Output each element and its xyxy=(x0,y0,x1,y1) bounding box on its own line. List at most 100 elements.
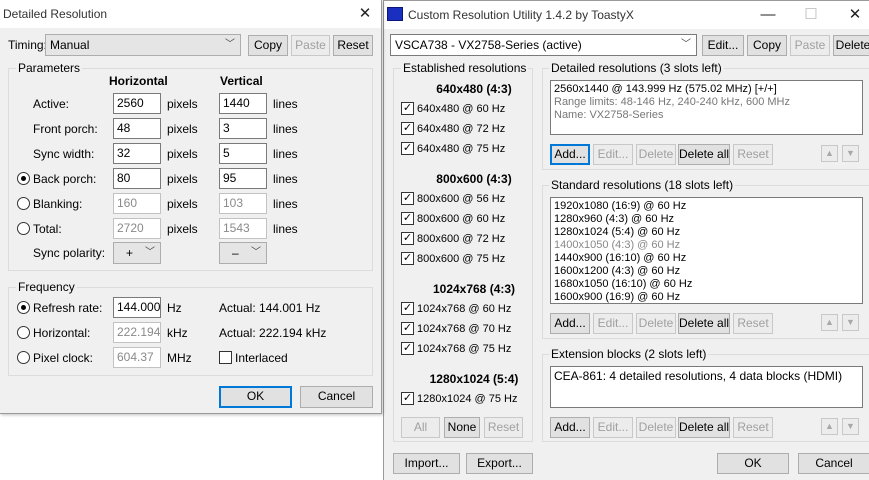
monitor-select[interactable]: VSCA738 - VX2758-Series (active) ﹀ xyxy=(390,34,697,56)
extension-delete-button[interactable]: Delete xyxy=(636,417,676,438)
standard-item[interactable]: 1600x1200 (4:3) @ 60 Hz xyxy=(554,265,859,278)
standard-item[interactable]: 1280x1024 (5:4) @ 60 Hz xyxy=(554,226,859,239)
extension-up-arrow-icon[interactable]: ▲ xyxy=(821,418,838,435)
standard-add-button[interactable]: Add... xyxy=(550,313,590,334)
interlaced-checkbox[interactable] xyxy=(219,351,232,364)
extension-delete-all-button[interactable]: Delete all xyxy=(678,417,730,438)
param-radio[interactable] xyxy=(17,172,30,185)
dr-cancel-button[interactable]: Cancel xyxy=(300,386,373,408)
dr-paste-button[interactable]: Paste xyxy=(291,35,330,56)
cru-paste-button[interactable]: Paste xyxy=(790,35,830,56)
dr-copy-button[interactable]: Copy xyxy=(248,35,288,56)
extension-reset-button[interactable]: Reset xyxy=(733,417,773,438)
extension-add-button[interactable]: Add... xyxy=(550,417,590,438)
dr-reset-button[interactable]: Reset xyxy=(333,35,373,56)
extension-list[interactable]: CEA-861: 4 detailed resolutions, 4 data … xyxy=(550,366,863,408)
cru-copy-button[interactable]: Copy xyxy=(747,35,787,56)
detailed-reset-button[interactable]: Reset xyxy=(733,144,773,165)
param-radio[interactable] xyxy=(17,222,30,235)
cru-cancel-button[interactable]: Cancel xyxy=(798,453,869,474)
established-all-button[interactable]: All xyxy=(401,417,440,438)
sync-polarity-v-select[interactable]: – ﹀ xyxy=(219,242,267,264)
established-checkbox[interactable]: ✓ xyxy=(401,392,414,405)
param-v-input[interactable]: 3 xyxy=(219,118,267,139)
standard-item[interactable]: 1440x900 (16:10) @ 60 Hz xyxy=(554,252,859,265)
param-h-input[interactable]: 2720 xyxy=(113,218,161,239)
param-h-input[interactable]: 48 xyxy=(113,118,161,139)
param-v-input[interactable]: 5 xyxy=(219,143,267,164)
param-v-input[interactable]: 95 xyxy=(219,168,267,189)
import-button[interactable]: Import... xyxy=(393,453,460,474)
cru-ok-button[interactable]: OK xyxy=(717,453,789,474)
standard-item[interactable]: 1600x900 (16:9) @ 60 Hz xyxy=(554,291,859,303)
standard-item[interactable]: 1280x960 (4:3) @ 60 Hz xyxy=(554,213,859,226)
standard-reset-button[interactable]: Reset xyxy=(733,313,773,334)
vertical-header: Vertical xyxy=(220,74,263,88)
established-none-button[interactable]: None xyxy=(444,417,480,438)
param-h-input[interactable]: 2560 xyxy=(113,93,161,114)
param-v-unit: lines xyxy=(273,147,298,161)
standard-item[interactable]: 1920x1080 (16:9) @ 60 Hz xyxy=(554,200,859,213)
param-h-input[interactable]: 32 xyxy=(113,143,161,164)
standard-title: Standard resolutions (18 slots left) xyxy=(549,178,736,192)
cru-close-button[interactable]: ✕ xyxy=(840,1,869,29)
established-checkbox[interactable]: ✓ xyxy=(401,192,414,205)
detailed-edit-button[interactable]: Edit... xyxy=(593,144,633,165)
horizontal-freq-input[interactable]: 222.194 xyxy=(113,322,161,343)
timing-select[interactable]: Manual ﹀ xyxy=(45,34,241,56)
param-v-input[interactable]: 1543 xyxy=(219,218,267,239)
chevron-down-icon: ﹀ xyxy=(225,39,235,50)
timing-select-value: Manual xyxy=(50,38,90,52)
param-h-input[interactable]: 160 xyxy=(113,193,161,214)
standard-edit-button[interactable]: Edit... xyxy=(593,313,633,334)
established-checkbox[interactable]: ✓ xyxy=(401,102,414,115)
cru-edit-button[interactable]: Edit... xyxy=(702,35,744,56)
horizontal-freq-radio[interactable] xyxy=(17,326,30,339)
refresh-rate-radio[interactable] xyxy=(17,301,30,314)
established-checkbox[interactable]: ✓ xyxy=(401,212,414,225)
extension-item[interactable]: CEA-861: 4 detailed resolutions, 4 data … xyxy=(554,369,859,383)
established-checkbox[interactable]: ✓ xyxy=(401,142,414,155)
detailed-item[interactable]: 2560x1440 @ 143.999 Hz (575.02 MHz) [+/+… xyxy=(554,83,859,96)
established-checkbox[interactable]: ✓ xyxy=(401,122,414,135)
minimize-button[interactable]: — xyxy=(753,1,783,29)
detailed-list[interactable]: 2560x1440 @ 143.999 Hz (575.02 MHz) [+/+… xyxy=(550,80,863,135)
established-title: Established resolutions xyxy=(401,61,529,75)
standard-item[interactable]: 1400x1050 (4:3) @ 60 Hz xyxy=(554,239,859,252)
param-v-input[interactable]: 1440 xyxy=(219,93,267,114)
standard-delete-button[interactable]: Delete xyxy=(636,313,676,334)
detailed-add-button[interactable]: Add... xyxy=(550,144,590,165)
sync-polarity-h-select[interactable]: + ﹀ xyxy=(113,242,161,264)
param-v-input[interactable]: 103 xyxy=(219,193,267,214)
standard-down-arrow-icon[interactable]: ▼ xyxy=(842,314,859,331)
param-h-input[interactable]: 80 xyxy=(113,168,161,189)
extension-down-arrow-icon[interactable]: ▼ xyxy=(842,418,859,435)
param-radio[interactable] xyxy=(17,197,30,210)
dr-ok-button[interactable]: OK xyxy=(219,386,292,408)
established-checkbox[interactable]: ✓ xyxy=(401,232,414,245)
established-checkbox[interactable]: ✓ xyxy=(401,322,414,335)
established-reset-button[interactable]: Reset xyxy=(484,417,523,438)
established-checkbox[interactable]: ✓ xyxy=(401,302,414,315)
detailed-resolution-window: Detailed Resolution ✕ Timing: Manual ﹀ C… xyxy=(0,0,382,414)
standard-list[interactable]: 1920x1080 (16:9) @ 60 Hz 1280x960 (4:3) @… xyxy=(550,197,863,304)
cru-delete-button[interactable]: Delete xyxy=(833,35,869,56)
param-h-unit: pixels xyxy=(167,172,198,186)
param-label: Total: xyxy=(33,222,62,236)
refresh-rate-input[interactable]: 144.000 xyxy=(113,297,161,318)
extension-edit-button[interactable]: Edit... xyxy=(593,417,633,438)
detailed-down-arrow-icon[interactable]: ▼ xyxy=(842,145,859,162)
established-checkbox[interactable]: ✓ xyxy=(401,252,414,265)
standard-up-arrow-icon[interactable]: ▲ xyxy=(821,314,838,331)
pixel-clock-radio[interactable] xyxy=(17,351,30,364)
dr-close-button[interactable]: ✕ xyxy=(350,0,380,28)
detailed-delete-button[interactable]: Delete xyxy=(636,144,676,165)
export-button[interactable]: Export... xyxy=(466,453,533,474)
standard-item[interactable]: 1680x1050 (16:10) @ 60 Hz xyxy=(554,278,859,291)
detailed-delete-all-button[interactable]: Delete all xyxy=(678,144,730,165)
pixel-clock-input[interactable]: 604.37 xyxy=(113,347,161,368)
standard-delete-all-button[interactable]: Delete all xyxy=(678,313,730,334)
established-checkbox[interactable]: ✓ xyxy=(401,342,414,355)
maximize-button[interactable]: ☐ xyxy=(796,1,826,29)
detailed-up-arrow-icon[interactable]: ▲ xyxy=(821,145,838,162)
